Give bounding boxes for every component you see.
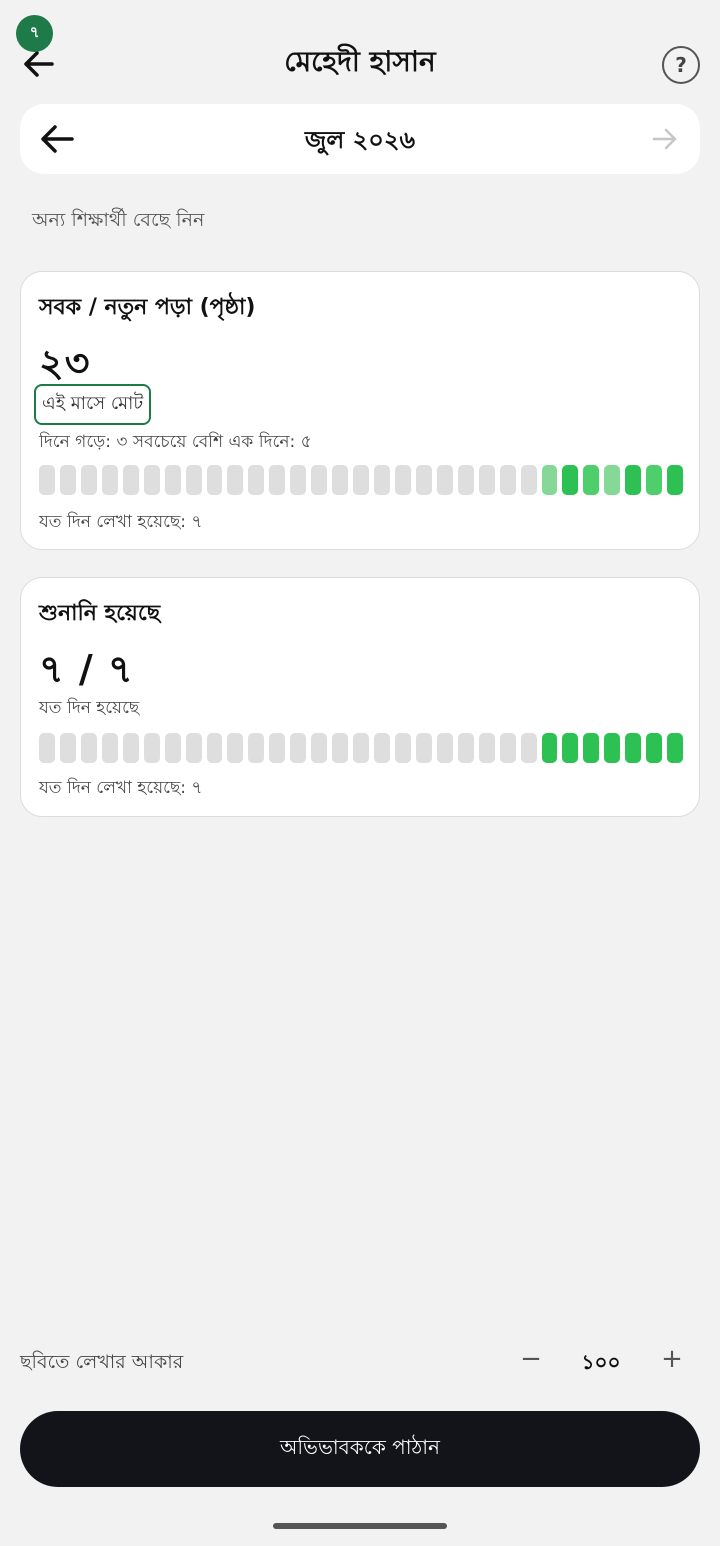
day-cell bbox=[541, 465, 558, 495]
increase-font-button[interactable]: + bbox=[657, 1344, 687, 1378]
day-cell bbox=[206, 465, 223, 495]
day-cell bbox=[101, 733, 118, 763]
day-cell bbox=[101, 465, 118, 495]
help-icon: ? bbox=[675, 53, 687, 77]
day-cell bbox=[457, 465, 474, 495]
day-cell bbox=[39, 465, 55, 495]
day-cell bbox=[520, 465, 537, 495]
day-cell bbox=[625, 733, 642, 763]
day-cell bbox=[353, 465, 369, 495]
day-cell bbox=[541, 733, 558, 763]
day-cell bbox=[206, 733, 223, 763]
font-size-value: ১০০ bbox=[581, 1350, 621, 1374]
day-cell bbox=[499, 733, 516, 763]
decrease-font-button[interactable]: − bbox=[516, 1344, 546, 1378]
day-cell bbox=[39, 733, 55, 763]
day-cell bbox=[562, 733, 579, 763]
day-cell bbox=[269, 465, 286, 495]
day-cell bbox=[143, 733, 160, 763]
new-lesson-card: সবক / নতুন পড়া (পৃষ্ঠা) ২৩ এই মাসে মোট … bbox=[20, 271, 700, 550]
day-cell bbox=[59, 733, 76, 763]
day-cell bbox=[394, 465, 411, 495]
day-cell bbox=[164, 465, 181, 495]
day-strip bbox=[39, 465, 684, 495]
day-cell bbox=[122, 465, 139, 495]
home-indicator[interactable] bbox=[273, 1523, 447, 1529]
day-cell bbox=[499, 465, 516, 495]
day-cell bbox=[457, 733, 474, 763]
choose-student-link[interactable]: অন্য শিক্ষার্থী বেছে নিন bbox=[32, 206, 204, 238]
day-cell bbox=[478, 733, 495, 763]
day-cell bbox=[583, 733, 600, 763]
send-to-guardian-button[interactable]: অভিভাবককে পাঠান bbox=[20, 1411, 700, 1487]
day-cell bbox=[436, 465, 453, 495]
notification-badge: ৭ bbox=[16, 15, 53, 52]
day-cell bbox=[311, 465, 328, 495]
day-cell bbox=[374, 465, 390, 495]
day-cell bbox=[290, 465, 307, 495]
day-cell bbox=[646, 733, 663, 763]
day-cell bbox=[436, 733, 453, 763]
day-cell bbox=[185, 733, 202, 763]
day-cell bbox=[353, 733, 369, 763]
day-cell bbox=[646, 465, 663, 495]
next-month-button[interactable] bbox=[650, 124, 680, 154]
day-cell bbox=[583, 465, 600, 495]
day-cell bbox=[269, 733, 286, 763]
day-cell bbox=[164, 733, 181, 763]
day-strip bbox=[39, 733, 684, 763]
days-written-text: যত দিন লেখা হয়েছে: ৭ bbox=[39, 778, 203, 798]
day-cell bbox=[604, 733, 621, 763]
day-cell bbox=[227, 465, 244, 495]
help-button[interactable]: ? bbox=[662, 46, 700, 84]
day-cell bbox=[248, 465, 265, 495]
day-cell bbox=[604, 465, 621, 495]
day-cell bbox=[478, 465, 495, 495]
stats-text: দিনে গড়ে: ৩ সবচেয়ে বেশি এক দিনে: ৫ bbox=[39, 432, 312, 452]
card-title: সবক / নতুন পড়া (পৃষ্ঠা) bbox=[39, 295, 256, 320]
recitation-subtitle: যত দিন হয়েছে bbox=[39, 698, 140, 718]
day-cell bbox=[122, 733, 139, 763]
day-cell bbox=[185, 465, 202, 495]
page-title: মেহেদী হাসান bbox=[284, 45, 436, 78]
monthly-total-chip: এই মাসে মোট bbox=[34, 384, 152, 425]
font-size-label: ছবিতে লেখার আকার bbox=[20, 1351, 184, 1373]
days-written-text: যত দিন লেখা হয়েছে: ৭ bbox=[39, 512, 203, 532]
day-cell bbox=[415, 733, 432, 763]
day-cell bbox=[80, 733, 97, 763]
day-cell bbox=[667, 465, 684, 495]
day-cell bbox=[143, 465, 160, 495]
day-cell bbox=[562, 465, 579, 495]
recitation-card: শুনানি হয়েছে ৭ / ৭ যত দিন হয়েছে যত দিন… bbox=[20, 577, 700, 817]
day-cell bbox=[248, 733, 265, 763]
arrow-right-icon bbox=[652, 128, 677, 150]
day-cell bbox=[59, 465, 76, 495]
day-cell bbox=[290, 733, 307, 763]
day-cell bbox=[332, 733, 349, 763]
day-cell bbox=[520, 733, 537, 763]
day-cell bbox=[394, 733, 411, 763]
day-cell bbox=[667, 733, 684, 763]
day-cell bbox=[227, 733, 244, 763]
day-cell bbox=[415, 465, 432, 495]
day-cell bbox=[311, 733, 328, 763]
card-title: শুনানি হয়েছে bbox=[39, 601, 161, 626]
day-cell bbox=[625, 465, 642, 495]
day-cell bbox=[374, 733, 390, 763]
day-cell bbox=[332, 465, 349, 495]
day-cell bbox=[80, 465, 97, 495]
month-navigator: জুল ২০২৬ bbox=[20, 104, 700, 174]
month-label: জুল ২০২৬ bbox=[304, 126, 416, 154]
